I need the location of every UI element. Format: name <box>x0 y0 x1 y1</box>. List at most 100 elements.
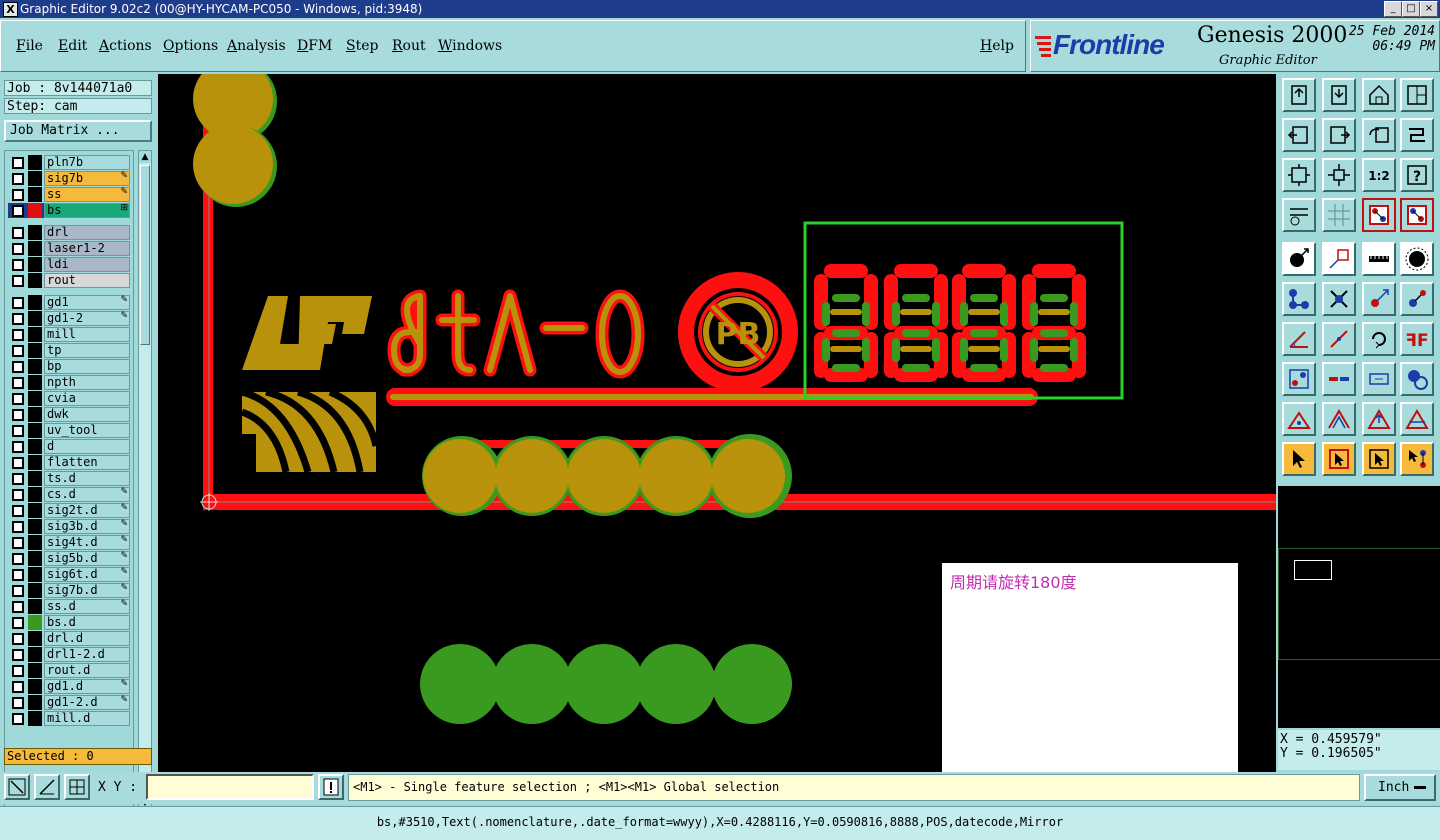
layer-checkbox[interactable] <box>12 361 24 373</box>
layer-color-swatch[interactable] <box>28 679 42 694</box>
layer-checkbox[interactable] <box>12 585 24 597</box>
layer-color-swatch[interactable] <box>28 241 42 256</box>
layer-name[interactable]: rout.d <box>44 663 130 678</box>
layer-color-swatch[interactable] <box>28 187 42 202</box>
layer-color-swatch[interactable] <box>28 535 42 550</box>
layer-checkbox[interactable] <box>12 173 24 185</box>
layer-checkbox[interactable] <box>12 345 24 357</box>
maximize-button[interactable]: □ <box>1402 1 1420 17</box>
layer-name[interactable]: rout <box>44 273 130 288</box>
layer-color-swatch[interactable] <box>28 359 42 374</box>
layer-row-drl1-2-d[interactable]: drl1-2.d <box>8 647 130 662</box>
layer-name[interactable]: sig7b.d <box>44 583 130 598</box>
layer-color-swatch[interactable] <box>28 423 42 438</box>
layer-name[interactable]: drl1-2.d <box>44 647 130 662</box>
layer-color-swatch[interactable] <box>28 295 42 310</box>
layer-name[interactable]: gd1 <box>44 295 130 310</box>
zoom-center-button[interactable] <box>1322 158 1356 192</box>
small-node-button[interactable] <box>1282 362 1316 396</box>
layer-row-ss-d[interactable]: ss.d ✎ <box>8 599 130 614</box>
unit-selector[interactable]: Inch <box>1364 774 1436 801</box>
layer-row-mill-d[interactable]: mill.d <box>8 711 130 726</box>
layer-row-laser1-2[interactable]: laser1-2 <box>8 241 130 256</box>
layer-name[interactable]: sig6t.d <box>44 567 130 582</box>
layer-row-dwk[interactable]: dwk <box>8 407 130 422</box>
layer-name[interactable]: bp <box>44 359 130 374</box>
open-job-button[interactable] <box>1282 78 1316 112</box>
layer-row-flatten[interactable]: flatten <box>8 455 130 470</box>
layer-color-swatch[interactable] <box>28 225 42 240</box>
save-button[interactable] <box>1322 78 1356 112</box>
layer-name[interactable]: sig7b <box>44 171 130 186</box>
layer-row-gd1-2-d[interactable]: gd1-2.d ✎ <box>8 695 130 710</box>
layer-name[interactable]: sig3b.d <box>44 519 130 534</box>
layer-name[interactable]: drl <box>44 225 130 240</box>
layer-name[interactable]: pln7b <box>44 155 130 170</box>
layer-name[interactable]: flatten <box>44 455 130 470</box>
layer-checkbox[interactable] <box>12 275 24 287</box>
layer-checkbox[interactable] <box>12 259 24 271</box>
pointer-button[interactable] <box>1282 442 1316 476</box>
layer-row-mill[interactable]: mill <box>8 327 130 342</box>
menu-actions[interactable]: Actions <box>99 38 152 54</box>
layer-row-d[interactable]: d <box>8 439 130 454</box>
layer-name[interactable]: gd1-2.d <box>44 695 130 710</box>
layer-name[interactable]: dwk <box>44 407 130 422</box>
layer-row-pln7b[interactable]: pln7b <box>8 155 130 170</box>
layer-color-swatch[interactable] <box>28 273 42 288</box>
layer-checkbox[interactable] <box>12 649 24 661</box>
layer-row-sig5b-d[interactable]: sig5b.d ✎ <box>8 551 130 566</box>
layer-checkbox[interactable] <box>12 489 24 501</box>
layer-row-drl[interactable]: drl <box>8 225 130 240</box>
layer-name[interactable]: drl.d <box>44 631 130 646</box>
zoom-fit-button[interactable] <box>1282 158 1316 192</box>
arc-button[interactable] <box>1362 322 1396 356</box>
layer-checkbox[interactable] <box>12 157 24 169</box>
layer-row-gd1-2[interactable]: gd1-2 ✎ <box>8 311 130 326</box>
layer-row-rout[interactable]: rout <box>8 273 130 288</box>
layer-color-swatch[interactable] <box>28 647 42 662</box>
layer-color-swatch[interactable] <box>28 599 42 614</box>
layer-row-sig2t-d[interactable]: sig2t.d ✎ <box>8 503 130 518</box>
move-button[interactable] <box>1322 242 1356 276</box>
layer-color-swatch[interactable] <box>28 257 42 272</box>
layer-checkbox[interactable] <box>12 521 24 533</box>
layer-checkbox[interactable] <box>12 377 24 389</box>
layer-color-swatch[interactable] <box>28 663 42 678</box>
triangle-button[interactable] <box>1322 402 1356 436</box>
mirror-f-button[interactable]: ꟻF <box>1400 322 1434 356</box>
zoom-one-to-one-button[interactable]: 1:2 <box>1362 158 1396 192</box>
pan-left-button[interactable] <box>1282 118 1316 152</box>
layer-color-swatch[interactable] <box>28 711 42 726</box>
layer-name[interactable]: gd1-2 <box>44 311 130 326</box>
overview-panel[interactable] <box>1278 486 1440 728</box>
menu-edit[interactable]: Edit <box>58 38 87 54</box>
layer-row-tp[interactable]: tp <box>8 343 130 358</box>
triangle-up-button[interactable] <box>1362 402 1396 436</box>
layer-row-sig3b-d[interactable]: sig3b.d ✎ <box>8 519 130 534</box>
layer-name[interactable]: ss.d <box>44 599 130 614</box>
layer-row-bs-d[interactable]: bs.d <box>8 615 130 630</box>
layer-row-ts-d[interactable]: ts.d <box>8 471 130 486</box>
circle-pad-button[interactable] <box>1400 242 1434 276</box>
redo-button[interactable] <box>1400 118 1434 152</box>
layer-color-swatch[interactable] <box>28 615 42 630</box>
menu-dfm[interactable]: DFM <box>297 38 332 54</box>
layer-name[interactable]: mill <box>44 327 130 342</box>
layer-checkbox[interactable] <box>12 473 24 485</box>
layer-checkbox[interactable] <box>12 313 24 325</box>
snap-grid-button[interactable] <box>64 774 90 800</box>
measure-button[interactable] <box>34 774 60 800</box>
layer-name[interactable]: laser1-2 <box>44 241 130 256</box>
overview-window[interactable] <box>1294 560 1332 580</box>
layer-name[interactable]: uv_tool <box>44 423 130 438</box>
menu-analysis[interactable]: Analysis <box>227 38 286 54</box>
layer-row-bp[interactable]: bp <box>8 359 130 374</box>
layer-name[interactable]: gd1.d <box>44 679 130 694</box>
ruler-button[interactable] <box>1362 242 1396 276</box>
arrow-down-right-button[interactable] <box>1400 282 1434 316</box>
layer-row-gd1-d[interactable]: gd1.d ✎ <box>8 679 130 694</box>
layer-name[interactable]: sig4t.d <box>44 535 130 550</box>
layer-color-swatch[interactable] <box>28 327 42 342</box>
query-button[interactable]: ? <box>1400 158 1434 192</box>
